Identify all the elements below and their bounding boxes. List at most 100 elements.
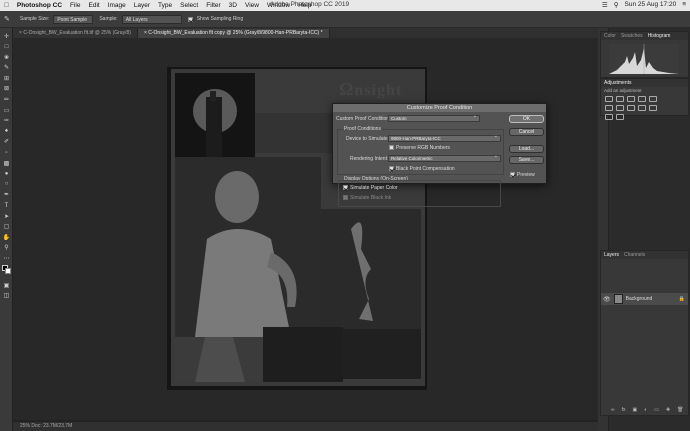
healing-brush-icon[interactable]: ▭ bbox=[2, 106, 11, 114]
preserve-rgb-checkbox[interactable] bbox=[389, 145, 394, 150]
hue-saturation-icon[interactable] bbox=[605, 105, 613, 111]
crop-tool-icon[interactable]: ⊞ bbox=[2, 74, 11, 82]
quick-mask-icon[interactable]: ▣ bbox=[2, 281, 11, 289]
color-balance-icon[interactable] bbox=[616, 105, 624, 111]
rectangle-tool-icon[interactable]: ▢ bbox=[2, 223, 11, 231]
app-menu[interactable]: Photoshop CC bbox=[13, 2, 66, 9]
lasso-tool-icon[interactable]: ❀ bbox=[2, 53, 11, 61]
simulate-black-ink-checkbox[interactable] bbox=[343, 195, 348, 200]
menu-3d[interactable]: 3D bbox=[225, 2, 241, 9]
preserve-rgb-label: Preserve RGB Numbers bbox=[396, 145, 450, 151]
device-select[interactable]: 9800-Han-PRBaryta-ICC bbox=[388, 134, 501, 142]
layer-row[interactable]: 👁 Background 🔒 bbox=[601, 293, 688, 305]
blur-tool-icon[interactable]: ● bbox=[2, 170, 11, 178]
layer-style-icon[interactable]: fx bbox=[622, 407, 626, 413]
hand-tool-icon[interactable]: ✋ bbox=[2, 233, 11, 241]
move-tool-icon[interactable]: ✛ bbox=[2, 32, 11, 40]
show-sampling-ring-checkbox[interactable] bbox=[187, 16, 193, 22]
histogram-graph bbox=[609, 44, 679, 74]
screen-mode-icon[interactable]: ◫ bbox=[2, 292, 11, 300]
levels-icon[interactable] bbox=[616, 96, 624, 102]
menu-select[interactable]: Select bbox=[176, 2, 202, 9]
simulate-paper-color-checkbox[interactable] bbox=[343, 185, 348, 190]
simulate-paper-color-label: Simulate Paper Color bbox=[350, 185, 398, 191]
cancel-button[interactable]: Cancel bbox=[509, 128, 544, 136]
link-layers-icon[interactable]: ∞ bbox=[611, 407, 615, 413]
edit-toolbar-icon[interactable]: ⋯ bbox=[2, 254, 11, 262]
photo-filter-icon[interactable] bbox=[638, 105, 646, 111]
ok-button[interactable]: OK bbox=[509, 115, 544, 123]
layers-panel: Layers Channels 👁 Background 🔒 ∞ fx ▣ ◐ … bbox=[600, 250, 689, 416]
menu-edit[interactable]: Edit bbox=[85, 2, 104, 9]
menu-file[interactable]: File bbox=[66, 2, 84, 9]
photo-seascape bbox=[263, 327, 343, 382]
vibrance-icon[interactable] bbox=[649, 96, 657, 102]
background-color-swatch[interactable] bbox=[5, 268, 11, 275]
tower-photo-graphic bbox=[193, 89, 237, 157]
zoom-tool-icon[interactable]: ⚲ bbox=[2, 244, 11, 252]
color-swatches[interactable] bbox=[0, 265, 12, 281]
layer-name[interactable]: Background bbox=[626, 296, 653, 302]
channel-mixer-icon[interactable] bbox=[649, 105, 657, 111]
menu-image[interactable]: Image bbox=[104, 2, 130, 9]
sample-size-select[interactable]: Point Sample bbox=[53, 14, 94, 24]
posterize-icon[interactable] bbox=[616, 114, 624, 120]
eyedropper-tool-icon[interactable]: ✎ bbox=[4, 15, 10, 23]
layers-footer: ∞ fx ▣ ◐ ▭ ✚ 🗑 bbox=[611, 407, 684, 413]
proof-condition-select[interactable]: Custom bbox=[388, 114, 480, 122]
invert-icon[interactable] bbox=[605, 114, 613, 120]
history-brush-icon[interactable]: ✐ bbox=[2, 138, 11, 146]
visibility-eye-icon[interactable]: 👁 bbox=[603, 296, 611, 303]
eyedropper-icon[interactable]: ✏ bbox=[2, 96, 11, 104]
delete-layer-icon[interactable]: 🗑 bbox=[677, 407, 683, 413]
brightness-icon[interactable] bbox=[605, 96, 613, 102]
eraser-tool-icon[interactable]: ▫ bbox=[2, 149, 11, 157]
type-tool-icon[interactable]: T bbox=[2, 202, 11, 210]
layer-mask-icon[interactable]: ▣ bbox=[632, 407, 637, 413]
menu-type[interactable]: Type bbox=[154, 2, 176, 9]
adjustment-icons bbox=[601, 94, 661, 122]
tab-layers[interactable]: Layers bbox=[604, 251, 619, 259]
tab-histogram[interactable]: Histogram bbox=[648, 32, 671, 40]
menu-layer[interactable]: Layer bbox=[130, 2, 154, 9]
clone-stamp-icon[interactable]: ♠ bbox=[2, 127, 11, 135]
tab-color[interactable]: Color bbox=[604, 32, 616, 40]
sample-select[interactable]: All Layers bbox=[121, 14, 182, 24]
menu-filter[interactable]: Filter bbox=[202, 2, 224, 9]
search-icon[interactable]: ⚲ bbox=[614, 1, 619, 9]
quick-select-tool-icon[interactable]: ✎ bbox=[2, 64, 11, 72]
brush-tool-icon[interactable]: ✑ bbox=[2, 117, 11, 125]
tab-channels[interactable]: Channels bbox=[624, 251, 645, 259]
adjustment-layer-icon[interactable]: ◐ bbox=[644, 407, 647, 413]
adjustments-panel-tabs: Adjustments bbox=[601, 79, 688, 87]
gradient-tool-icon[interactable]: ▩ bbox=[2, 159, 11, 167]
marquee-tool-icon[interactable]: □ bbox=[2, 43, 11, 51]
exposure-icon[interactable] bbox=[638, 96, 646, 102]
rendering-intent-select[interactable]: Relative Colorimetric bbox=[388, 154, 501, 162]
new-layer-icon[interactable]: ✚ bbox=[666, 407, 670, 413]
pen-tool-icon[interactable]: ✒ bbox=[2, 191, 11, 199]
document-tab-active[interactable]: × C-Onsight_BW_Evaluation flt copy @ 25%… bbox=[137, 29, 330, 38]
document-tab[interactable]: × C-Onsight_BW_Evaluation flt.tif @ 25% … bbox=[13, 29, 138, 38]
load-button[interactable]: Load... bbox=[509, 145, 544, 153]
simulate-black-ink-label: Simulate Black Ink bbox=[350, 195, 392, 201]
black-point-compensation-checkbox[interactable] bbox=[389, 166, 394, 171]
black-white-icon[interactable] bbox=[627, 105, 635, 111]
frame-tool-icon[interactable]: ⊠ bbox=[2, 85, 11, 93]
curves-icon[interactable] bbox=[627, 96, 635, 102]
path-select-icon[interactable]: ➤ bbox=[2, 212, 11, 220]
group-icon[interactable]: ▭ bbox=[654, 407, 659, 413]
sample-size-label: Sample Size: bbox=[19, 16, 50, 22]
menu-view[interactable]: View bbox=[241, 2, 263, 9]
dialog-title: Customize Proof Condition bbox=[333, 104, 546, 112]
tab-label: C-Onsight_BW_Evaluation flt.tif @ 25% (G… bbox=[23, 30, 131, 36]
clock[interactable]: Sun 25 Aug 17:20 bbox=[625, 1, 677, 9]
apple-menu[interactable]:  bbox=[0, 2, 13, 9]
tab-swatches[interactable]: Swatches bbox=[621, 32, 643, 40]
wifi-icon[interactable]: ☰ bbox=[602, 1, 608, 9]
tab-adjustments[interactable]: Adjustments bbox=[604, 79, 632, 87]
preview-checkbox[interactable] bbox=[510, 172, 515, 177]
dodge-tool-icon[interactable]: ○ bbox=[2, 180, 11, 188]
save-button[interactable]: Save... bbox=[509, 156, 544, 164]
menu-list-icon[interactable]: ≡ bbox=[682, 1, 686, 9]
